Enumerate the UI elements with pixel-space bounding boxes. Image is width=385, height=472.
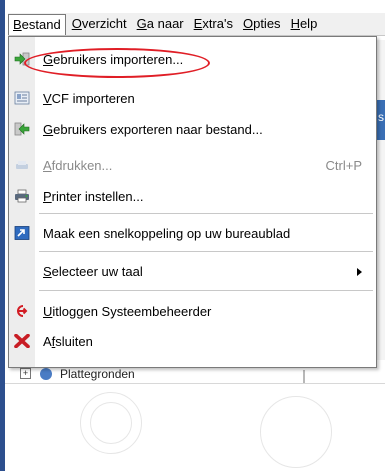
mnemonic: E	[193, 16, 203, 31]
menu-title-text: a naar	[146, 16, 184, 31]
watermark-circle-icon	[90, 402, 132, 444]
menu-item-label-text: electeer uw taal	[51, 264, 143, 279]
shortcut-label: Ctrl+P	[325, 158, 362, 173]
menu-item-afsluiten[interactable]: Afsluiten	[9, 327, 376, 355]
mnemonic: G	[43, 122, 54, 137]
shortcut-icon	[14, 226, 30, 240]
menu-item-label-text: rinter instellen...	[51, 189, 144, 204]
menu-item-snelkoppeling[interactable]: Maak een snelkoppeling op uw bureaublad	[9, 219, 376, 247]
mnemonic: S	[43, 264, 52, 279]
menu-separator	[39, 213, 373, 214]
menu-title-text: elp	[299, 16, 318, 31]
mnemonic: O	[71, 16, 82, 31]
menu-item-uitloggen[interactable]: Uitloggen Systeembeheerder	[9, 297, 376, 325]
background-content-panel	[5, 383, 385, 472]
menu-item-label-prefix: A	[43, 334, 52, 349]
print-icon	[14, 158, 30, 172]
mnemonic: P	[43, 189, 52, 204]
mnemonic: B	[13, 16, 22, 32]
tree-expand-icon[interactable]: +	[20, 368, 31, 379]
background-text-fragment: s	[378, 110, 384, 124]
menu-item-label: Uitloggen Systeembeheerder	[43, 304, 211, 319]
menu-item-afdrukken: Afdrukken... Ctrl+P	[9, 151, 376, 179]
menu-item-vcf-importeren[interactable]: VCF importeren	[9, 84, 376, 112]
menu-item-label-text: ebruikers exporteren naar bestand...	[53, 122, 263, 137]
logout-icon	[14, 304, 30, 318]
menu-item-label-text: CF importeren	[51, 91, 135, 106]
menu-item-label: Maak een snelkoppeling op uw bureaublad	[43, 226, 291, 241]
menu-bar: Bestand Overzicht Ga naar Extra's Opties…	[8, 13, 385, 36]
menu-overzicht[interactable]: Overzicht	[68, 14, 131, 34]
mnemonic: A	[43, 158, 52, 173]
menu-separator	[39, 290, 373, 291]
mnemonic: H	[290, 16, 300, 31]
menu-item-label: VCF importeren	[43, 91, 135, 106]
watermark-circle-icon	[260, 396, 332, 468]
menu-item-label: Afsluiten	[43, 334, 93, 349]
vcard-icon	[14, 91, 30, 105]
menu-title-text: verzicht	[81, 16, 127, 31]
mnemonic: V	[43, 91, 52, 106]
menu-item-label-text: fdrukken...	[51, 158, 113, 173]
bestand-dropdown-menu: Gebruikers importeren... VCF importeren …	[8, 36, 377, 368]
red-x-close-icon	[14, 333, 30, 349]
splitter-handle[interactable]	[303, 370, 305, 384]
menu-item-gebruikers-exporteren[interactable]: Gebruikers exporteren naar bestand...	[9, 115, 376, 143]
mnemonic: O	[242, 16, 254, 31]
green-arrow-export-icon	[14, 122, 30, 136]
printer-settings-icon	[14, 189, 30, 203]
submenu-arrow-icon	[357, 268, 362, 276]
menu-item-label: Printer instellen...	[43, 189, 143, 204]
menu-help[interactable]: Help	[287, 14, 322, 34]
menu-item-selecteer-taal[interactable]: Selecteer uw taal	[9, 257, 376, 285]
menu-title-text: pties	[253, 16, 281, 31]
menu-item-printer-instellen[interactable]: Printer instellen...	[9, 182, 376, 210]
menu-ga-naar[interactable]: Ga naar	[133, 14, 188, 34]
tree-item[interactable]: + Plattegronden	[10, 366, 310, 382]
menu-title-text: estand	[21, 16, 61, 32]
menu-extras[interactable]: Extra's	[190, 14, 237, 34]
menu-item-label: Afdrukken...	[43, 158, 112, 173]
menu-item-label: Gebruikers exporteren naar bestand...	[43, 122, 263, 137]
menu-opties[interactable]: Opties	[239, 14, 285, 34]
mnemonic: G	[136, 16, 147, 31]
tree-item-label: Plattegronden	[60, 367, 135, 381]
red-highlight-ellipse	[24, 48, 210, 78]
menu-title-text: xtra's	[202, 16, 233, 31]
tree-node-icon	[40, 368, 52, 380]
mnemonic: U	[43, 304, 53, 319]
menu-item-label-text: itloggen Systeembeheerder	[52, 304, 212, 319]
menu-item-label-text: sluiten	[55, 334, 93, 349]
menu-separator	[39, 251, 373, 252]
menu-bestand[interactable]: Bestand	[8, 13, 66, 35]
menu-item-label: Selecteer uw taal	[43, 264, 143, 279]
